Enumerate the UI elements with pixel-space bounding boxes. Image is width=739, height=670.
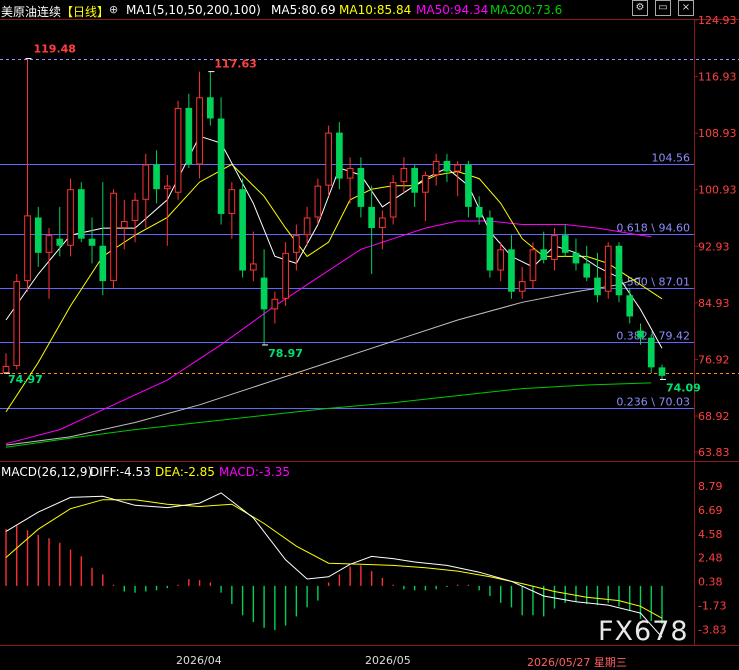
ma200-line bbox=[5, 382, 652, 448]
candle-body-up bbox=[24, 215, 31, 282]
macd-axis-label: -3.83 bbox=[698, 623, 726, 636]
macd-dea-line bbox=[5, 499, 663, 619]
candle-body-up bbox=[2, 365, 10, 374]
candle-body-up bbox=[389, 182, 397, 218]
chart-window: 美原油连续 【日线】 ⊕ MA1(5,10,50,200,100) MA5:80… bbox=[0, 0, 739, 669]
price-axis-label: 63.83 bbox=[698, 446, 730, 459]
candle-body-down bbox=[336, 132, 343, 179]
candle-body-down bbox=[217, 118, 225, 214]
candle-body-down bbox=[572, 252, 580, 264]
price-annotation: 74.97 bbox=[8, 373, 43, 386]
price-axis-label: 108.93 bbox=[698, 127, 737, 140]
macd-axis-label: 2.48 bbox=[698, 552, 723, 565]
candle-body-down bbox=[486, 217, 494, 271]
date-label-may: 2026/05 bbox=[365, 654, 411, 667]
price-axis-label: 124.93 bbox=[698, 14, 737, 27]
candle-body-up bbox=[282, 252, 289, 299]
candle-body-up bbox=[400, 167, 408, 183]
price-axis-label: 92.93 bbox=[698, 240, 730, 253]
candle-body-down bbox=[626, 295, 634, 317]
ma100-line bbox=[5, 277, 641, 446]
date-label-april: 2026/04 bbox=[176, 654, 222, 667]
macd-diff: DIFF:-4.53 bbox=[90, 465, 151, 479]
candle-body-up bbox=[454, 164, 462, 172]
candle-body-down bbox=[475, 206, 483, 218]
candle-body-up bbox=[303, 217, 311, 236]
macd-axis-label: 8.79 bbox=[698, 480, 723, 493]
candle-body-up bbox=[163, 185, 171, 190]
candle-body-down bbox=[260, 277, 268, 310]
candle-body-up bbox=[271, 298, 279, 310]
candle-body-down bbox=[508, 249, 515, 292]
candle-body-down bbox=[561, 235, 569, 253]
candle-body-down bbox=[368, 206, 375, 229]
candle-body-up bbox=[120, 221, 128, 229]
candle-body-up bbox=[325, 132, 332, 186]
candle-body-down bbox=[647, 337, 655, 368]
candle-body-up bbox=[346, 167, 354, 179]
price-axis-label: 100.93 bbox=[698, 184, 737, 197]
candle-body-up bbox=[518, 281, 526, 292]
candle-body-down bbox=[185, 107, 193, 165]
candle-body-down bbox=[153, 164, 160, 190]
price-axis-label: 116.93 bbox=[698, 71, 737, 84]
candle-body-up bbox=[432, 160, 440, 176]
candle-body-up bbox=[228, 189, 236, 214]
candle-body-up bbox=[497, 249, 505, 271]
candle-body-up bbox=[604, 245, 612, 292]
candle-body-up bbox=[250, 263, 257, 271]
fib-level-label: 0.236 \ 70.03 bbox=[616, 396, 690, 409]
candle-body-down bbox=[443, 160, 451, 172]
candle-body-up bbox=[142, 164, 150, 200]
candle-body-down bbox=[88, 238, 96, 246]
candle-body-down bbox=[34, 217, 42, 253]
candle-body-up bbox=[131, 199, 139, 222]
candle-body-up bbox=[551, 235, 558, 260]
watermark-logo: FX678 bbox=[598, 616, 689, 647]
date-label-current: 2026/05/27 星期三 bbox=[527, 656, 627, 669]
candle-body-down bbox=[357, 167, 365, 207]
candle-body-down bbox=[540, 249, 548, 260]
candle-body-down bbox=[583, 263, 591, 278]
candle-body-down bbox=[239, 189, 246, 271]
macd-axis-label: 6.69 bbox=[698, 504, 723, 517]
price-chart: 124.93 116.93 108.93 100.93 92.93 84.93 76.92 6… bbox=[0, 14, 739, 646]
candle-body-up bbox=[67, 189, 74, 246]
candle-body-up bbox=[13, 281, 21, 366]
candle-body-up bbox=[174, 107, 182, 193]
macd-axis-label: 4.58 bbox=[698, 528, 723, 541]
candle-body-down bbox=[99, 245, 107, 282]
candle-body-down bbox=[206, 97, 214, 119]
price-annotation: 119.48 bbox=[34, 43, 76, 56]
candle-body-down bbox=[594, 277, 601, 296]
price-axis-label: 68.92 bbox=[698, 410, 730, 423]
price-annotation: 74.09 bbox=[666, 381, 701, 394]
candle-body-down bbox=[411, 167, 418, 193]
candle-body-down bbox=[658, 367, 666, 376]
candle-body-down bbox=[77, 189, 85, 239]
macd-params: MACD(26,12,9) bbox=[1, 465, 93, 479]
price-annotation: 117.63 bbox=[214, 58, 256, 71]
price-annotation: 78.97 bbox=[268, 347, 303, 360]
fib-level-label: 104.56 bbox=[652, 152, 691, 165]
candle-body-down bbox=[615, 245, 623, 296]
candle-body-up bbox=[196, 97, 203, 165]
candle-body-up bbox=[293, 235, 300, 253]
candle-body-down bbox=[56, 238, 64, 246]
candle-body-up bbox=[314, 185, 322, 218]
candle-body-up bbox=[110, 192, 117, 282]
price-axis-label: 76.92 bbox=[698, 353, 730, 366]
macd-axis-label: -1.73 bbox=[698, 599, 726, 612]
candle-body-down bbox=[465, 164, 472, 207]
macd-value: MACD:-3.35 bbox=[219, 465, 291, 479]
candle-body-up bbox=[422, 175, 429, 193]
candle-body-up bbox=[45, 235, 53, 253]
macd-diff-line bbox=[5, 492, 663, 638]
price-axis-label: 84.93 bbox=[698, 297, 730, 310]
candle-body-up bbox=[529, 249, 537, 282]
macd-dea: DEA:-2.85 bbox=[155, 465, 215, 479]
candle-body-up bbox=[379, 217, 386, 229]
candle-body-down bbox=[637, 330, 644, 338]
macd-axis-label: 0.38 bbox=[698, 576, 723, 589]
